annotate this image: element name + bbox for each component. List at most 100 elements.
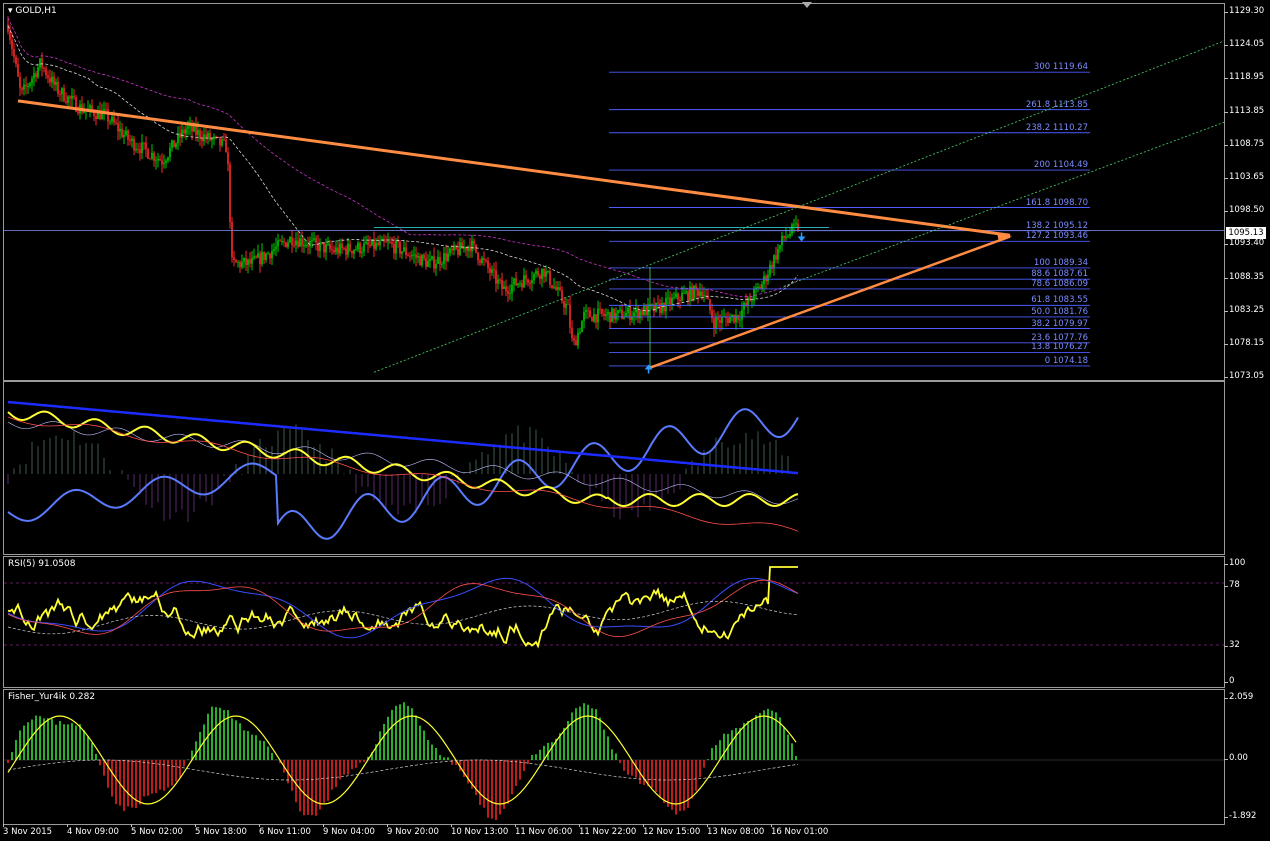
candle-body xyxy=(161,160,163,165)
candle-body xyxy=(507,291,509,294)
candle-body xyxy=(325,244,327,253)
fisher-pane[interactable]: Fisher_Yur4ik 0.282 xyxy=(3,689,1225,825)
arrow-down-icon[interactable]: 🠋 xyxy=(797,232,806,243)
candle-body xyxy=(697,289,699,296)
fisher-canvas[interactable] xyxy=(4,690,1224,824)
time-axis[interactable]: 3 Nov 2015 4 Nov 09:00 5 Nov 02:00 5 Nov 18… xyxy=(3,824,1225,841)
price-tick: 1103.65 xyxy=(1223,172,1265,182)
candle-body xyxy=(675,293,677,298)
time-tick: 9 Nov 20:00 xyxy=(387,824,439,837)
candle-body xyxy=(291,237,293,245)
candle-body xyxy=(431,256,433,260)
candle-body xyxy=(345,248,347,255)
candle-body xyxy=(407,255,409,257)
candle-body xyxy=(555,286,557,290)
candle-body xyxy=(437,256,439,265)
candle-body xyxy=(497,279,499,284)
candle-body xyxy=(145,142,147,150)
candle-body xyxy=(261,251,263,265)
candle-body xyxy=(613,308,615,320)
candle-body xyxy=(311,239,313,242)
rsi-canvas[interactable] xyxy=(4,557,1224,687)
fibonacci-level-label: 127.2 1093.46 xyxy=(1025,231,1088,242)
candle-body xyxy=(137,148,139,150)
candle-body xyxy=(413,254,415,256)
candle-body xyxy=(459,242,461,255)
candle-body xyxy=(33,73,35,79)
arrow-up-icon[interactable]: 🠉 xyxy=(644,364,653,375)
candle-body xyxy=(331,249,333,251)
candle-body xyxy=(397,240,399,243)
symbol-timeframe: GOLD,H1 xyxy=(15,6,57,16)
indicator-pane-1[interactable] xyxy=(3,381,1225,555)
candle-body xyxy=(513,278,515,285)
candle-body xyxy=(411,255,413,257)
candle-body xyxy=(641,311,643,316)
chart-symbol-label[interactable]: ▾ GOLD,H1 xyxy=(8,6,57,16)
candle-body xyxy=(221,139,223,146)
fibonacci-level-label: 261.8 1113.85 xyxy=(1025,99,1088,110)
fibonacci-level-label: 78.6 1086.09 xyxy=(1031,278,1088,289)
candle-body xyxy=(69,96,71,99)
price-axis[interactable]: 1129.30 1124.05 1118.95 1113.85 1108.75 1103.… xyxy=(1223,3,1270,381)
candle-body xyxy=(9,31,11,40)
candle-body xyxy=(21,87,23,90)
candle-body xyxy=(27,85,29,87)
candle-body xyxy=(339,243,341,254)
candle-body xyxy=(577,332,579,346)
candle-body xyxy=(15,56,17,64)
price-tick: 1124.05 xyxy=(1223,39,1265,50)
candle-body xyxy=(135,148,137,151)
candle-body xyxy=(39,58,41,68)
candle-body xyxy=(109,121,111,123)
candle-body xyxy=(761,284,763,289)
candle-body xyxy=(617,310,619,313)
candle-body xyxy=(37,67,39,78)
candle-body xyxy=(223,139,225,141)
candle-body xyxy=(517,283,519,286)
price-chart-pane[interactable]: ▾ GOLD,H1 300 1119.64 261.8 1113.85 238.2 … xyxy=(3,3,1225,381)
candle-body xyxy=(269,253,271,259)
candle-body xyxy=(355,249,357,251)
candle-body xyxy=(409,255,411,257)
time-tick: 6 Nov 11:00 xyxy=(259,824,311,837)
candle-body xyxy=(47,75,49,78)
candle-body xyxy=(187,126,189,129)
candle-body xyxy=(581,321,583,333)
candle-body xyxy=(495,270,497,284)
candle-body xyxy=(727,318,729,323)
time-tick: 9 Nov 04:00 xyxy=(323,824,375,837)
candle-body xyxy=(287,242,289,248)
shift-marker-icon[interactable] xyxy=(802,2,812,8)
fisher-axis: 2.059 0.00 -1.892 xyxy=(1223,689,1270,825)
candle-body xyxy=(369,245,371,247)
candle-body xyxy=(281,241,283,243)
candle-body xyxy=(423,255,425,259)
candle-body xyxy=(571,327,573,339)
time-tick: 12 Nov 15:00 xyxy=(643,824,701,837)
candle-body xyxy=(51,76,53,83)
candle-body xyxy=(599,308,601,310)
candle-body xyxy=(785,236,787,238)
rsi-pane[interactable]: RSI(5) 91.0508 xyxy=(3,556,1225,688)
candle-body xyxy=(257,253,259,258)
triangle-down-icon[interactable]: ▾ xyxy=(8,6,13,16)
candle-body xyxy=(419,255,421,266)
candle-body xyxy=(117,123,119,132)
indicator-canvas-1[interactable] xyxy=(4,382,1224,554)
candle-body xyxy=(661,302,663,313)
candle-body xyxy=(701,291,703,297)
candle-body xyxy=(71,96,73,99)
candle-body xyxy=(265,253,267,261)
candle-body xyxy=(783,235,785,238)
candle-body xyxy=(349,243,351,251)
support-trendline xyxy=(649,235,1011,369)
candle-body xyxy=(267,253,269,255)
candle-body xyxy=(283,241,285,243)
candle-body xyxy=(693,285,695,300)
candle-body xyxy=(49,77,51,83)
time-tick: 16 Nov 01:00 xyxy=(771,824,829,837)
time-tick: 5 Nov 18:00 xyxy=(195,824,247,837)
rsi-line xyxy=(7,566,798,649)
candle-body xyxy=(795,223,797,225)
